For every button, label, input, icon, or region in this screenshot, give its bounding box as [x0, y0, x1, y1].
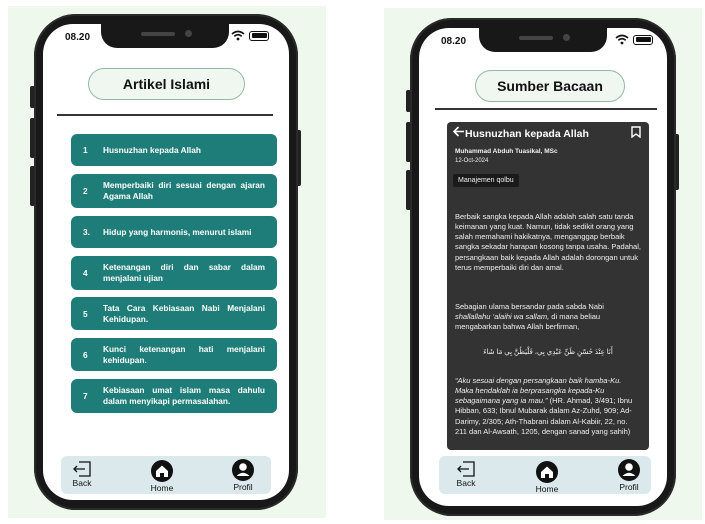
article-number: 5 — [83, 308, 88, 319]
hadith-translation: “Aku sesuai dengan persangkaan baik hamb… — [455, 376, 633, 436]
bottom-navbar: Back Home Profil — [61, 456, 271, 494]
nav-back-label: Back — [72, 478, 92, 488]
battery-icon — [633, 34, 653, 45]
article-paragraph-2: Sebagian ulama bersandar pada sabda Nabi… — [455, 302, 604, 332]
article-item-3[interactable]: 3. Hidup yang harmonis, menurut islami — [71, 216, 277, 248]
status-icons — [615, 34, 653, 45]
status-icons — [231, 30, 269, 41]
title-divider — [435, 108, 657, 110]
article-title: Husnuzhan kepada Allah — [103, 144, 201, 155]
article-item-6[interactable]: 6 Kunci ketenangan hati menjalani kehidu… — [71, 338, 277, 371]
article-number: 2 — [83, 186, 88, 196]
nav-back[interactable]: Back — [455, 460, 477, 488]
nav-home-label: Home — [150, 483, 174, 493]
article-number: 1 — [83, 145, 88, 155]
article-number: 3. — [83, 227, 90, 237]
article-item-1[interactable]: 1 Husnuzhan kepada Allah — [71, 134, 277, 166]
nav-profil[interactable]: Profil — [231, 458, 255, 492]
article-card: Husnuzhan kepada Allah Muhammad Abduh Tu… — [447, 122, 649, 450]
left-phone-frame: 08.20 Artikel Islami 1 Husnuzhan kepada … — [34, 14, 298, 510]
wifi-icon — [615, 34, 629, 45]
home-icon — [536, 461, 558, 483]
article-paragraph-1: Berbaik sangka kepada Allah adalah salah… — [455, 212, 641, 272]
profile-icon — [618, 459, 640, 481]
article-item-5[interactable]: 5 Tata Cara Kebiasaan Nabi Menjalani Keh… — [71, 297, 277, 330]
article-number: 7 — [83, 391, 88, 401]
right-phone-screen: 08.20 Sumber Bacaan Husnuzhan kepada All… — [419, 28, 667, 506]
page-title: Artikel Islami — [88, 68, 245, 100]
article-title: Ketenangan diri dan sabar dalam menjalan… — [103, 262, 265, 283]
article-title: Memperbaiki diri sesuai dengan ajaran Ag… — [103, 180, 265, 201]
nav-home-label: Home — [535, 484, 559, 494]
nav-home[interactable]: Home — [535, 460, 559, 494]
wifi-icon — [231, 30, 245, 41]
bottom-navbar: Back Home Profil — [439, 456, 651, 494]
article-item-2[interactable]: 2 Memperbaiki diri sesuai dengan ajaran … — [71, 174, 277, 208]
article-date: 12-Oct-2024 — [455, 158, 489, 164]
article-number: 4 — [83, 268, 88, 278]
back-arrow-icon[interactable] — [452, 125, 465, 138]
left-phone-screen: 08.20 Artikel Islami 1 Husnuzhan kepada … — [43, 24, 289, 500]
logout-back-icon — [457, 461, 475, 477]
right-phone-frame: 08.20 Sumber Bacaan Husnuzhan kepada All… — [410, 18, 676, 516]
status-time: 08.20 — [65, 32, 91, 43]
article-title: Tata Cara Kebiasaan Nabi Menjalani Kehid… — [103, 302, 265, 324]
battery-icon — [249, 30, 269, 41]
notch — [479, 28, 607, 52]
nav-profil-label: Profil — [619, 482, 639, 492]
home-icon — [151, 460, 173, 482]
nav-profil[interactable]: Profil — [617, 458, 641, 492]
category-tag[interactable]: Manajemen qolbu — [453, 174, 519, 187]
article-item-4[interactable]: 4 Ketenangan diri dan sabar dalam menjal… — [71, 256, 277, 290]
article-title: Kunci ketenangan hati menjalani kehidupa… — [103, 343, 265, 365]
nav-home[interactable]: Home — [150, 459, 174, 493]
nav-back[interactable]: Back — [71, 460, 93, 488]
logout-back-icon — [73, 461, 91, 477]
bookmark-icon[interactable] — [631, 126, 641, 138]
profile-icon — [232, 459, 254, 481]
notch — [101, 24, 229, 48]
article-number: 6 — [83, 349, 88, 360]
article-title: Kebiasaan umat islam masa dahulu dalam m… — [103, 385, 265, 406]
title-divider — [57, 114, 273, 116]
hadith-arabic: أَنَا عِنْدَ حُسْنِ ظَنِّ عَبْدِي بِي، ف… — [483, 349, 613, 356]
nav-back-label: Back — [456, 478, 476, 488]
status-time: 08.20 — [441, 36, 467, 47]
page-title: Sumber Bacaan — [475, 70, 625, 102]
nav-profil-label: Profil — [233, 482, 253, 492]
article-title: Husnuzhan kepada Allah — [465, 128, 589, 140]
article-item-7[interactable]: 7 Kebiasaan umat islam masa dahulu dalam… — [71, 379, 277, 413]
article-title: Hidup yang harmonis, menurut islami — [103, 226, 252, 237]
article-author: Muhammad Abduh Tuasikal, MSc — [455, 148, 558, 155]
